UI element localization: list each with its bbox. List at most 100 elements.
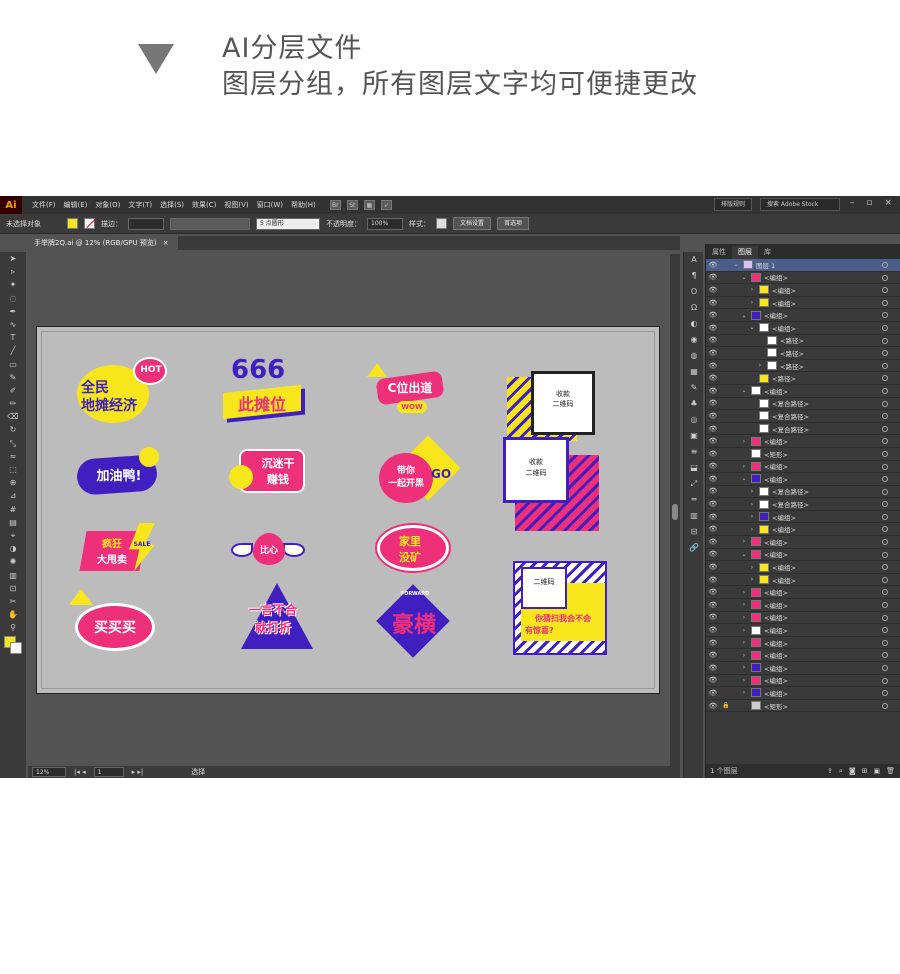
layer-row[interactable]: 👁 › <编组> bbox=[706, 523, 900, 537]
layer-row[interactable]: 👁 <复合路径> bbox=[706, 398, 900, 411]
expand-arrow-icon[interactable]: › bbox=[748, 501, 756, 508]
expand-arrow-icon[interactable]: › bbox=[740, 589, 748, 596]
arrange-documents-icon[interactable]: ▦ bbox=[363, 200, 375, 210]
fill-stroke-swatches[interactable] bbox=[0, 634, 26, 658]
visibility-eye-icon[interactable]: 👁 bbox=[706, 261, 720, 269]
layer-row[interactable]: 👁 › <编组> bbox=[706, 675, 900, 688]
color-panel-icon[interactable]: ◉ bbox=[684, 332, 704, 348]
width-tool-icon[interactable]: ≈ bbox=[0, 450, 26, 463]
visibility-eye-icon[interactable]: 👁 bbox=[706, 399, 720, 407]
brushes-panel-icon[interactable]: ✎ bbox=[684, 380, 704, 396]
document-setup-button[interactable]: 文档设置 bbox=[453, 217, 492, 230]
new-sublayer-icon[interactable]: ⊞ bbox=[862, 764, 868, 778]
gradient-tool-icon[interactable]: ▤ bbox=[0, 516, 26, 529]
menu-item[interactable]: 帮助(H) bbox=[287, 200, 320, 210]
layer-row[interactable]: 👁 › <编组> bbox=[706, 662, 900, 675]
visibility-eye-icon[interactable]: 👁 bbox=[706, 613, 720, 621]
expand-arrow-icon[interactable]: › bbox=[740, 664, 748, 671]
target-circle-icon[interactable] bbox=[882, 702, 888, 709]
layer-row[interactable]: 👁 › <编组> bbox=[706, 435, 900, 448]
rectangle-tool-icon[interactable]: ▭ bbox=[0, 358, 26, 371]
target-circle-icon[interactable] bbox=[882, 425, 888, 432]
target-circle-icon[interactable] bbox=[882, 589, 888, 596]
direct-selection-tool-icon[interactable]: ▹ bbox=[0, 265, 26, 278]
selection-tool-icon[interactable]: ➤ bbox=[0, 252, 26, 265]
sticker-666-stall[interactable]: 666 此摊位 bbox=[223, 355, 307, 431]
lock-icon[interactable]: 🔒 bbox=[720, 702, 732, 709]
expand-arrow-icon[interactable]: › bbox=[740, 639, 748, 646]
expand-arrow-icon[interactable]: › bbox=[740, 689, 748, 696]
layer-row[interactable]: 👁 🔒 <矩形> bbox=[706, 700, 900, 713]
qr-sticker-yellow[interactable]: 收款 二维码 bbox=[507, 371, 599, 441]
expand-arrow-icon[interactable]: › bbox=[748, 286, 756, 293]
visibility-eye-icon[interactable]: 👁 bbox=[706, 286, 720, 294]
slice-tool-icon[interactable]: ✂ bbox=[0, 595, 26, 608]
shape-builder-tool-icon[interactable]: ⊕ bbox=[0, 476, 26, 489]
expand-arrow-icon[interactable]: › bbox=[748, 526, 756, 533]
target-circle-icon[interactable] bbox=[882, 299, 888, 306]
target-circle-icon[interactable] bbox=[882, 551, 888, 558]
visibility-eye-icon[interactable]: 👁 bbox=[706, 513, 720, 521]
visibility-eye-icon[interactable]: 👁 bbox=[706, 664, 720, 672]
target-circle-icon[interactable] bbox=[882, 501, 888, 508]
layer-row[interactable]: 👁 › <编组> bbox=[706, 511, 900, 524]
character-panel-icon[interactable]: A bbox=[684, 252, 704, 268]
layer-row[interactable]: 👁 › <编组> bbox=[706, 574, 900, 587]
qr-sticker-pink[interactable]: 收款 二维码 bbox=[503, 437, 603, 533]
preferences-button[interactable]: 首选项 bbox=[497, 217, 530, 230]
symbol-sprayer-tool-icon[interactable]: ✺ bbox=[0, 555, 26, 568]
visibility-eye-icon[interactable]: 👁 bbox=[706, 676, 720, 684]
artboard-nav-next-icon[interactable]: ▸ ▸| bbox=[132, 768, 144, 776]
expand-arrow-icon[interactable]: ⌄ bbox=[740, 475, 748, 482]
target-circle-icon[interactable] bbox=[882, 463, 888, 470]
target-circle-icon[interactable] bbox=[882, 312, 888, 319]
menu-item[interactable]: 效果(C) bbox=[188, 200, 220, 210]
stock-search-input[interactable]: 搜索 Adobe Stock bbox=[760, 198, 840, 211]
target-circle-icon[interactable] bbox=[882, 375, 888, 382]
layer-row[interactable]: 👁 <复合路径> bbox=[706, 410, 900, 423]
artboard-tool-icon[interactable]: ⊡ bbox=[0, 582, 26, 595]
expand-arrow-icon[interactable]: ⌄ bbox=[740, 312, 748, 319]
layer-row[interactable]: 👁 › <编组> bbox=[706, 612, 900, 625]
graphic-style-swatch[interactable] bbox=[436, 218, 447, 229]
target-circle-icon[interactable] bbox=[882, 564, 888, 571]
target-circle-icon[interactable] bbox=[882, 576, 888, 583]
target-circle-icon[interactable] bbox=[882, 413, 888, 420]
sticker-crazy-sale[interactable]: 疯狂 大甩卖 SALE bbox=[79, 523, 163, 579]
transparency-panel-icon[interactable]: ◐ bbox=[684, 316, 704, 332]
stroke-weight-field[interactable] bbox=[128, 217, 164, 230]
layer-row[interactable]: 👁 ⌄ <编组> bbox=[706, 473, 900, 486]
document-tab[interactable]: 手举牌2Q.ai @ 12% (RGB/GPU 预览) × bbox=[28, 236, 178, 250]
expand-arrow-icon[interactable]: › bbox=[748, 299, 756, 306]
expand-arrow-icon[interactable]: › bbox=[748, 576, 756, 583]
eyedropper-tool-icon[interactable]: ⌖ bbox=[0, 529, 26, 542]
magic-wand-tool-icon[interactable]: ✦ bbox=[0, 278, 26, 291]
delete-layer-icon[interactable]: 🗑 bbox=[886, 764, 895, 778]
layer-row[interactable]: 👁 › <编组> bbox=[706, 461, 900, 474]
layer-row[interactable]: 👁 › <复合路径> bbox=[706, 486, 900, 499]
target-circle-icon[interactable] bbox=[882, 450, 888, 457]
align-panel-icon[interactable]: ≡ bbox=[684, 444, 704, 460]
expand-arrow-icon[interactable]: › bbox=[740, 614, 748, 621]
artboard-nav-icon[interactable]: |◂ ◂ bbox=[74, 768, 86, 776]
artboard[interactable]: HOT 全民 地摊经济 666 此摊位 C位出道 WOW 加油鸭! 沉迷干 赚钱… bbox=[36, 326, 660, 694]
target-circle-icon[interactable] bbox=[882, 438, 888, 445]
paragraph-panel-icon[interactable]: ¶ bbox=[684, 268, 704, 284]
target-circle-icon[interactable] bbox=[882, 513, 888, 520]
sticker-discount[interactable]: 一言不合 就打折 bbox=[231, 583, 315, 657]
visibility-eye-icon[interactable]: 👁 bbox=[706, 273, 720, 281]
artboard-number-field[interactable]: 1 bbox=[93, 767, 124, 777]
column-graph-tool-icon[interactable]: ▥ bbox=[0, 569, 26, 582]
sticker-c-debut[interactable]: C位出道 WOW bbox=[367, 363, 453, 423]
target-circle-icon[interactable] bbox=[882, 362, 888, 369]
hand-tool-icon[interactable]: ✋ bbox=[0, 608, 26, 621]
expand-arrow-icon[interactable]: ⌄ bbox=[740, 551, 748, 558]
target-circle-icon[interactable] bbox=[882, 690, 888, 697]
panel-tab[interactable]: 属性 bbox=[706, 246, 732, 259]
minimize-icon[interactable]: – bbox=[850, 198, 855, 208]
target-circle-icon[interactable] bbox=[882, 627, 888, 634]
layer-row[interactable]: 👁 › <编组> bbox=[706, 637, 900, 650]
fill-swatch[interactable] bbox=[67, 218, 78, 229]
qr-sticker-surprise[interactable]: 二维码 你猜扫我会不会 有惊喜? bbox=[513, 561, 609, 657]
expand-arrow-icon[interactable]: ⌄ bbox=[732, 261, 740, 268]
